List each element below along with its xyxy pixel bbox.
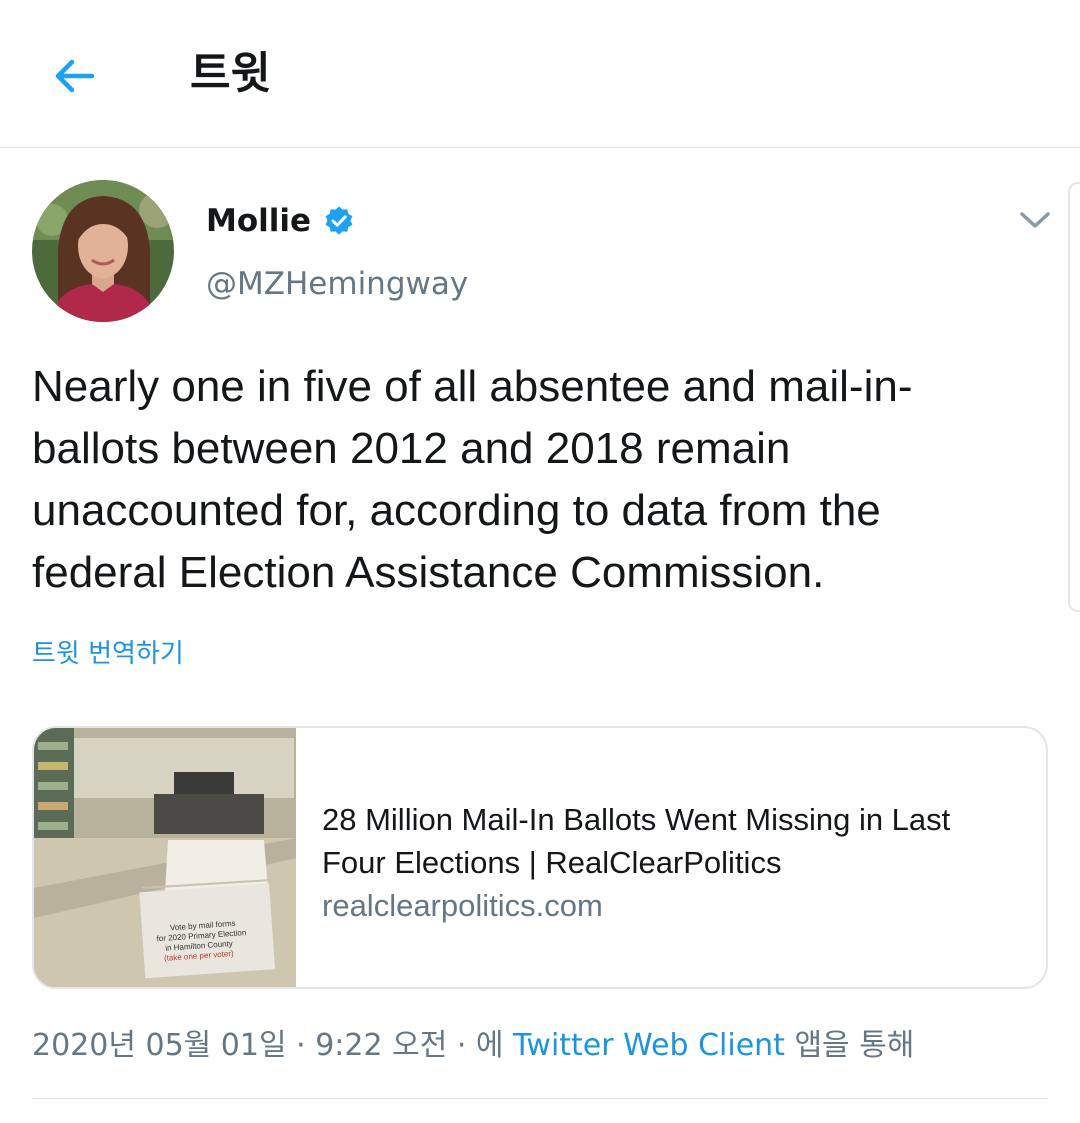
verified-badge-icon <box>325 206 353 235</box>
avatar[interactable] <box>32 180 174 322</box>
translate-tweet-link[interactable]: 트윗 번역하기 <box>32 636 184 672</box>
author-handle[interactable]: @MZHemingway <box>206 264 468 304</box>
meta-separator: · <box>447 1028 476 1063</box>
card-title: 28 Million Mail-In Ballots Went Missing … <box>322 802 951 880</box>
tweet-time: 9:22 오전 <box>315 1028 448 1063</box>
more-options-button[interactable] <box>1012 200 1058 240</box>
page-title: 트윗 <box>190 48 271 99</box>
via-suffix: 앱을 통해 <box>784 1028 915 1063</box>
link-preview-card[interactable]: Vote by mail forms for 2020 Primary Elec… <box>32 726 1048 989</box>
top-app-bar: 트윗 <box>0 0 1080 148</box>
card-domain: realclearpolitics.com <box>322 888 603 923</box>
display-name[interactable]: Mollie <box>206 203 311 239</box>
author-row: Mollie <box>206 198 355 244</box>
tweet-text: Nearly one in five of all absentee and m… <box>32 362 913 597</box>
divider <box>32 1098 1048 1099</box>
back-button[interactable] <box>44 46 104 106</box>
via-prefix: 에 <box>475 1028 514 1063</box>
back-arrow-icon <box>55 59 95 93</box>
meta-separator: · <box>286 1028 316 1063</box>
tweet-metadata: 2020년 05월 01일 · 9:22 오전 · 에 Twitter Web … <box>32 1024 914 1068</box>
profile-photo <box>32 180 174 322</box>
chevron-down-icon <box>1020 212 1050 228</box>
scrollbar[interactable] <box>1068 182 1080 612</box>
tweet-date: 2020년 05월 01일 <box>32 1028 287 1063</box>
client-link[interactable]: Twitter Web Client <box>513 1028 785 1063</box>
card-thumbnail: Vote by mail forms for 2020 Primary Elec… <box>34 728 296 987</box>
